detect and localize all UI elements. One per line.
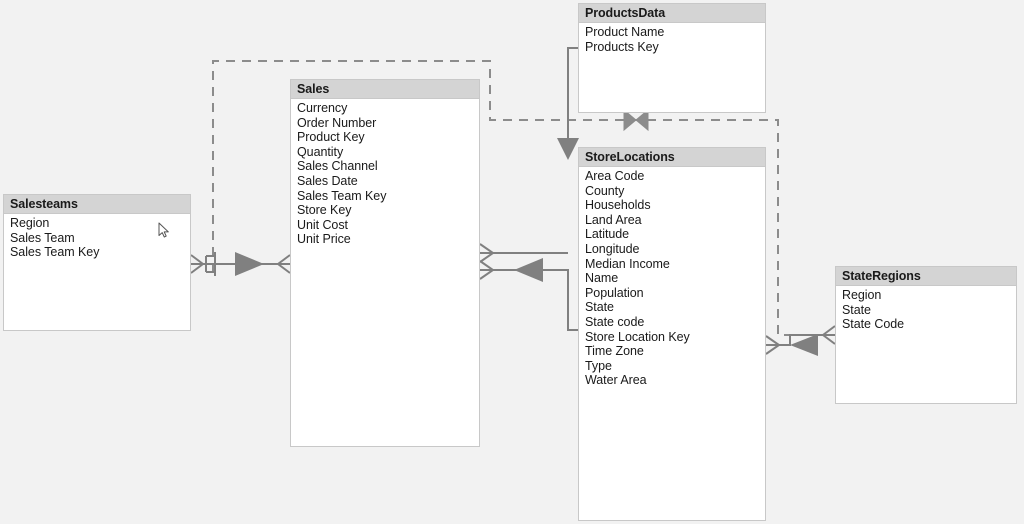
crows-foot-many-icon-right [276,254,291,274]
field-item[interactable]: Product Name [585,25,765,40]
relationship-salesteams-sales[interactable] [190,252,291,276]
field-item[interactable]: Store Location Key [585,330,765,345]
table-storelocations[interactable]: StoreLocations Area Code County Househol… [578,147,766,521]
table-salesteams-fields: Region Sales Team Sales Team Key [4,214,190,260]
field-item[interactable]: State Code [842,317,1016,332]
field-item[interactable]: Sales Channel [297,159,479,174]
field-item[interactable]: Region [842,288,1016,303]
crows-foot-many-icon-sales-bottom [479,260,495,280]
field-item[interactable]: State [842,303,1016,318]
field-item[interactable]: Latitude [585,227,765,242]
table-storelocations-fields: Area Code County Households Land Area La… [579,167,765,388]
field-item[interactable]: Population [585,286,765,301]
field-item[interactable]: Quantity [297,145,479,160]
arrow-left-icon-stateregions [790,334,818,356]
field-item[interactable]: Products Key [585,40,765,55]
field-item[interactable]: Area Code [585,169,765,184]
relationship-productsdata-storelocations[interactable] [557,47,579,160]
field-item[interactable]: Type [585,359,765,374]
field-item[interactable]: Currency [297,101,479,116]
table-salesteams[interactable]: Salesteams Region Sales Team Sales Team … [3,194,191,331]
crows-foot-many-icon-left [190,254,205,274]
table-sales[interactable]: Sales Currency Order Number Product Key … [290,79,480,447]
table-productsdata-title: ProductsData [579,4,765,23]
field-item[interactable]: Order Number [297,116,479,131]
field-item[interactable]: Sales Team Key [10,245,190,260]
model-diagram-canvas[interactable]: Salesteams Region Sales Team Sales Team … [0,0,1024,524]
table-sales-title: Sales [291,80,479,99]
filter-direction-arrow-icon [235,252,264,276]
field-item[interactable]: Households [585,198,765,213]
table-storelocations-title: StoreLocations [579,148,765,167]
field-item[interactable]: Name [585,271,765,286]
field-item[interactable]: Unit Cost [297,218,479,233]
field-item[interactable]: Time Zone [585,344,765,359]
table-stateregions[interactable]: StateRegions Region State State Code [835,266,1017,404]
field-item[interactable]: State [585,300,765,315]
field-item[interactable]: State code [585,315,765,330]
field-item[interactable]: Region [10,216,190,231]
table-salesteams-title: Salesteams [4,195,190,214]
field-item[interactable]: Median Income [585,257,765,272]
table-sales-fields: Currency Order Number Product Key Quanti… [291,99,479,247]
table-productsdata-fields: Product Name Products Key [579,23,765,54]
table-productsdata[interactable]: ProductsData Product Name Products Key [578,3,766,113]
relationship-sales-storelocations-bottom[interactable] [479,258,578,331]
relationship-sales-storelocations-top[interactable] [479,243,568,263]
field-item[interactable]: Store Key [297,203,479,218]
relationship-storelocations-stateregions[interactable] [765,325,836,356]
table-stateregions-title: StateRegions [836,267,1016,286]
field-item[interactable]: Water Area [585,373,765,388]
one-cardinality-icon [205,252,216,276]
field-item[interactable]: Product Key [297,130,479,145]
bidirectional-filter-icon [623,108,649,132]
field-item[interactable]: Sales Team Key [297,189,479,204]
field-item[interactable]: Sales Team [10,231,190,246]
field-item[interactable]: Sales Date [297,174,479,189]
arrow-down-icon [557,138,579,160]
table-stateregions-fields: Region State State Code [836,286,1016,332]
field-item[interactable]: Land Area [585,213,765,228]
crows-foot-many-icon-sales-top [479,243,495,263]
crows-foot-many-icon-stateregions [821,325,836,345]
crows-foot-many-icon-storelocations-right [765,335,781,355]
arrow-left-icon-storelocations [514,258,543,282]
field-item[interactable]: Longitude [585,242,765,257]
field-item[interactable]: County [585,184,765,199]
field-item[interactable]: Unit Price [297,232,479,247]
